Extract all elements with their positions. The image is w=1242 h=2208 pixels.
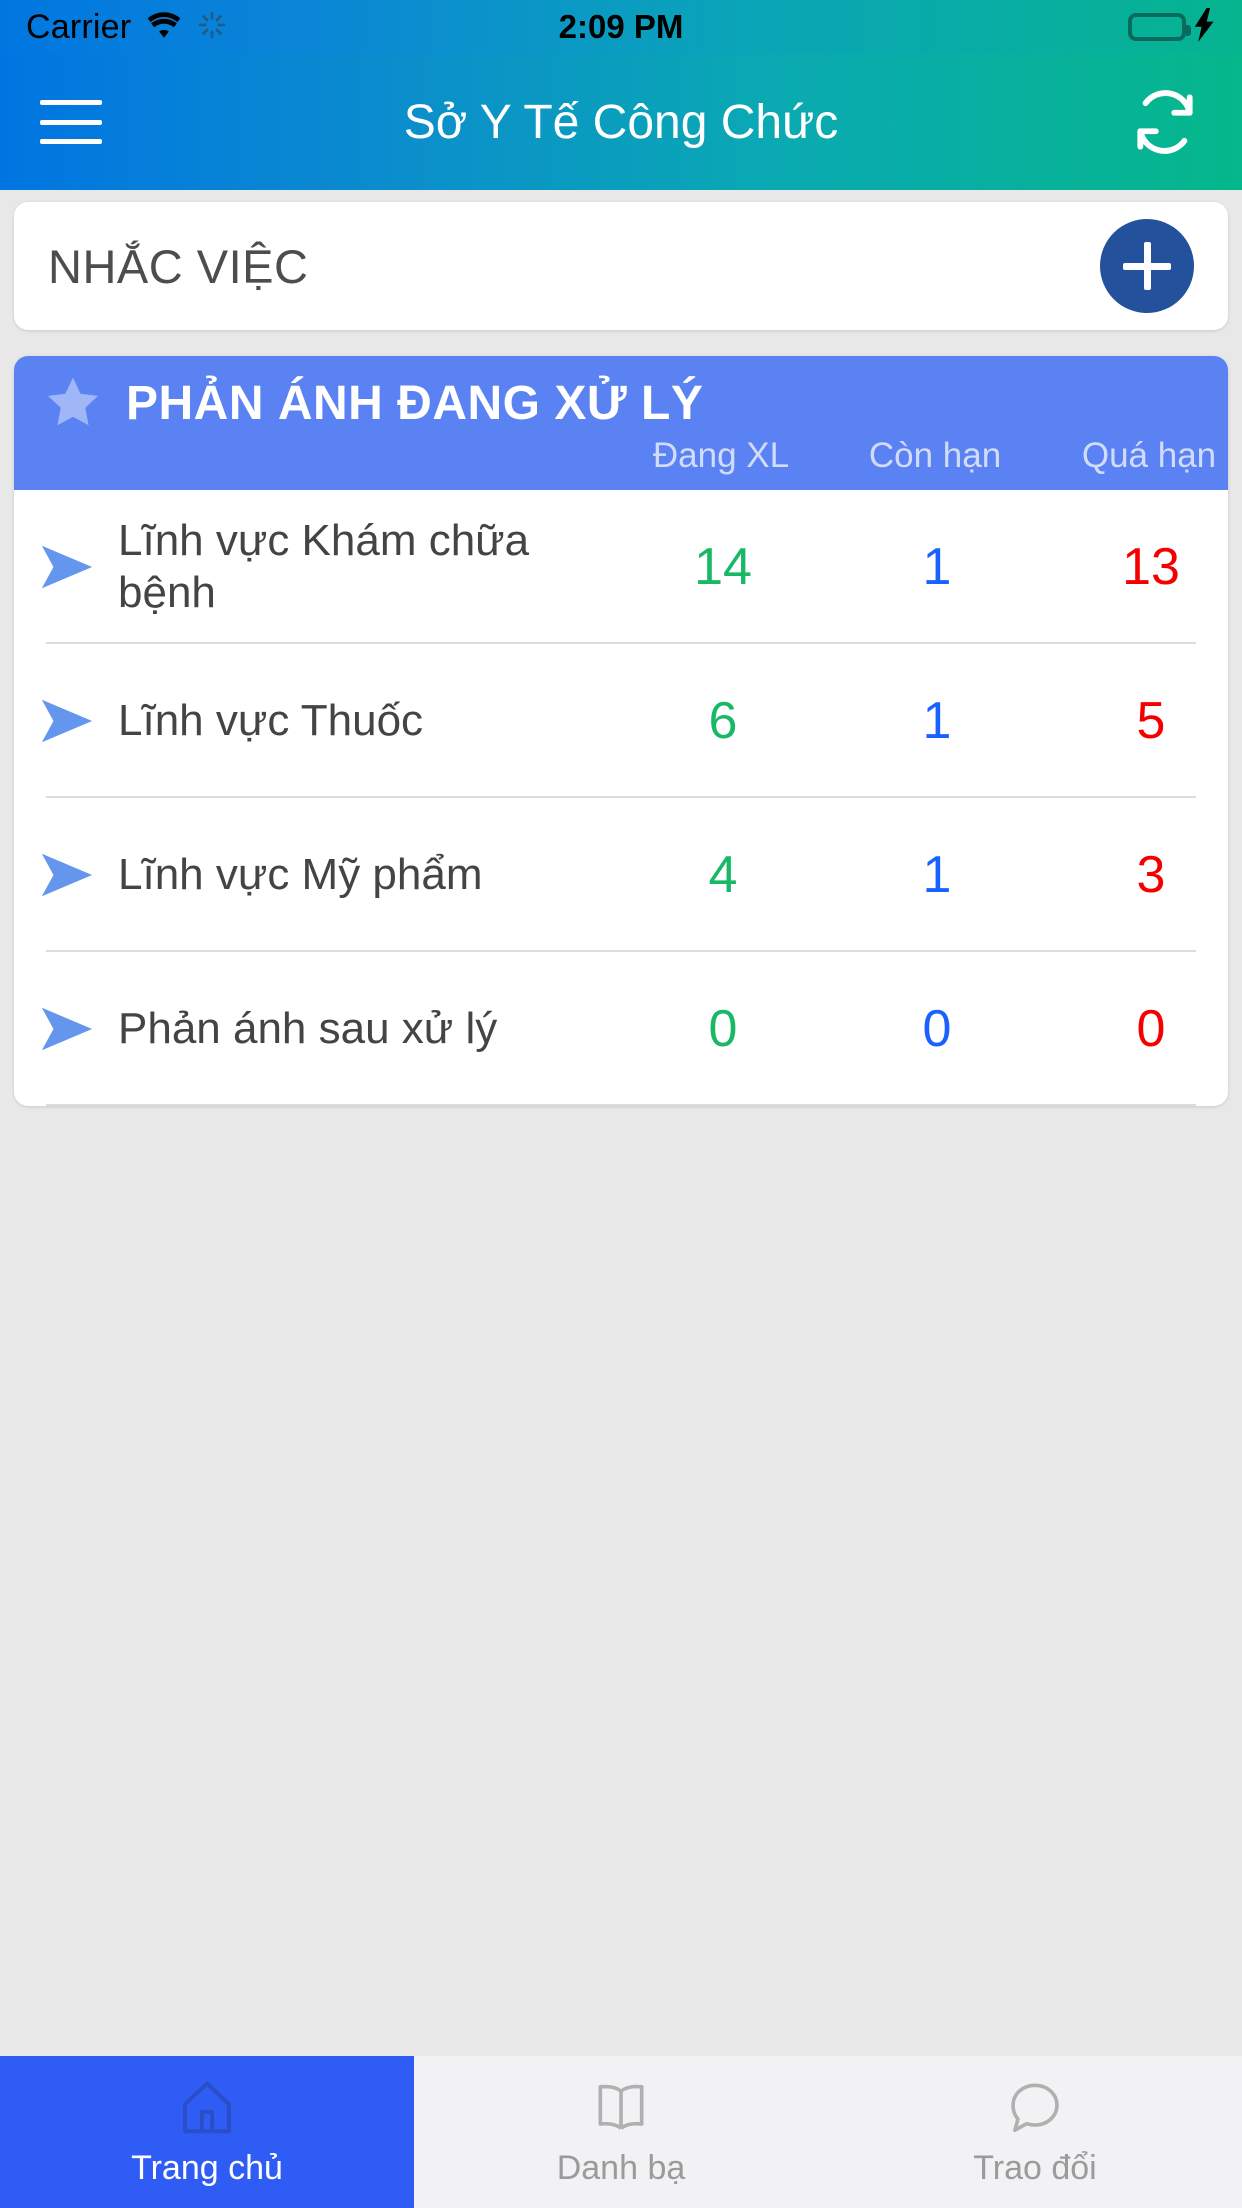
panel-title: PHẢN ÁNH ĐANG XỬ LÝ xyxy=(126,376,704,430)
wifi-icon xyxy=(145,10,183,45)
hamburger-line xyxy=(40,100,102,105)
status-bar-left: Carrier xyxy=(26,8,227,47)
tab-label: Trao đổi xyxy=(973,2148,1097,2187)
activity-spinner-icon xyxy=(197,10,227,45)
tab-danh-ba[interactable]: Danh bạ xyxy=(414,2056,828,2208)
cell-con-han: 0 xyxy=(922,1000,952,1058)
tab-trao-doi[interactable]: Trao đổi xyxy=(828,2056,1242,2208)
bottom-tab-bar: Trang chủ Danh bạ Trao đổi xyxy=(0,2056,1242,2208)
panel-header-top: PHẢN ÁNH ĐANG XỬ LÝ xyxy=(14,372,1228,434)
status-bar: Carrier 2:09 PM xyxy=(0,0,1242,54)
cell-con-han: 1 xyxy=(922,846,952,904)
reflections-panel: PHẢN ÁNH ĐANG XỬ LÝ Đang XL Còn hạn Quá … xyxy=(14,356,1228,1106)
lightning-bolt-icon xyxy=(1194,7,1216,47)
column-header-dang-xl: Đang XL xyxy=(652,436,790,475)
hamburger-menu-icon[interactable] xyxy=(40,100,102,144)
table-row[interactable]: Lĩnh vực Thuốc 6 1 5 xyxy=(14,644,1228,798)
send-arrow-icon xyxy=(38,690,96,752)
cell-qua-han: 13 xyxy=(1122,538,1180,596)
refresh-icon[interactable] xyxy=(1128,85,1202,159)
send-arrow-icon xyxy=(38,844,96,906)
plus-vertical xyxy=(1143,242,1151,290)
column-headers: Đang XL Còn hạn Quá hạn xyxy=(14,434,1228,480)
table-row[interactable]: Lĩnh vực Mỹ phẩm 4 1 3 xyxy=(14,798,1228,952)
column-header-con-han: Còn hạn xyxy=(868,436,1002,475)
tab-label: Danh bạ xyxy=(556,2148,686,2187)
tab-label: Trang chủ xyxy=(131,2148,283,2187)
cell-dang-xl: 0 xyxy=(708,1000,738,1058)
plus-icon xyxy=(1123,242,1171,290)
column-header-qua-han: Quá hạn xyxy=(1081,436,1217,475)
cell-qua-han: 5 xyxy=(1136,692,1166,750)
hamburger-line xyxy=(40,139,102,144)
home-icon xyxy=(176,2077,238,2139)
star-icon xyxy=(42,372,104,434)
panel-header: PHẢN ÁNH ĐANG XỬ LÝ Đang XL Còn hạn Quá … xyxy=(14,356,1228,490)
tab-trang-chu[interactable]: Trang chủ xyxy=(0,2056,414,2208)
send-arrow-icon xyxy=(38,998,96,1060)
table-row[interactable]: Phản ánh sau xử lý 0 0 0 xyxy=(14,952,1228,1106)
row-label: Lĩnh vực Thuốc xyxy=(118,696,424,746)
cell-dang-xl: 6 xyxy=(708,692,738,750)
cell-qua-han: 3 xyxy=(1136,846,1166,904)
cell-con-han: 1 xyxy=(922,692,952,750)
reminder-card[interactable]: NHẮC VIỆC xyxy=(14,202,1228,330)
row-label: Lĩnh vực Khám chữa bệnh xyxy=(118,516,530,617)
chat-bubble-icon xyxy=(1004,2077,1066,2139)
cell-qua-han: 0 xyxy=(1136,1000,1166,1058)
status-bar-right xyxy=(1128,7,1216,47)
cell-con-han: 1 xyxy=(922,538,952,596)
battery-charging-icon xyxy=(1128,13,1191,41)
send-arrow-icon xyxy=(38,536,96,598)
table-row[interactable]: Lĩnh vực Khám chữa bệnh 14 1 13 xyxy=(14,490,1228,644)
cell-dang-xl: 4 xyxy=(708,846,738,904)
reminder-title: NHẮC VIỆC xyxy=(48,239,309,293)
row-label: Lĩnh vực Mỹ phẩm xyxy=(118,850,483,900)
carrier-label: Carrier xyxy=(26,7,132,46)
page-title: Sở Y Tế Công Chức xyxy=(403,95,839,149)
nav-bar: Sở Y Tế Công Chức xyxy=(0,54,1242,190)
page-content: NHẮC VIỆC PHẢN ÁNH ĐANG XỬ LÝ Đang XL Cò… xyxy=(0,202,1242,1106)
hamburger-line xyxy=(40,119,102,125)
book-icon xyxy=(590,2077,652,2139)
row-label: Phản ánh sau xử lý xyxy=(118,1004,498,1054)
add-reminder-button[interactable] xyxy=(1100,219,1194,313)
cell-dang-xl: 14 xyxy=(694,538,752,596)
